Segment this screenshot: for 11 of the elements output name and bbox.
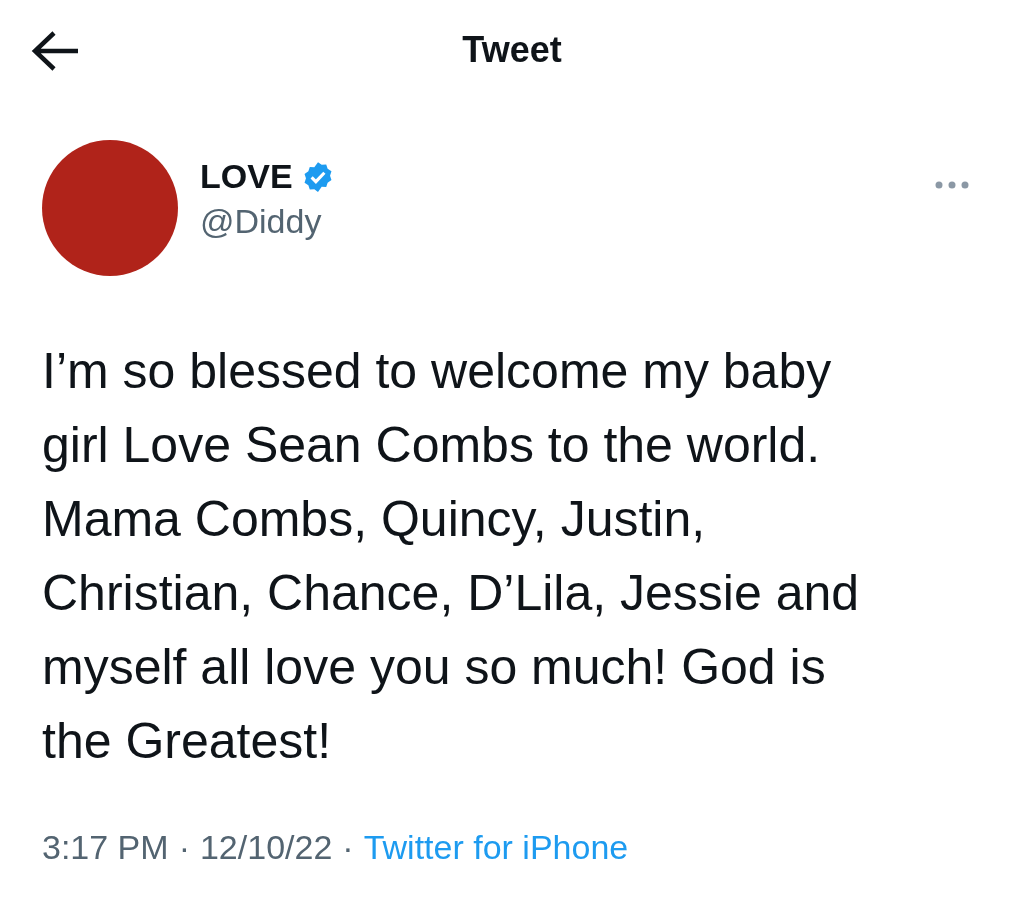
back-arrow-icon[interactable]: [30, 30, 80, 72]
source-link[interactable]: Twitter for iPhone: [363, 828, 629, 867]
separator: ·: [178, 828, 190, 867]
tweet-date: 12/10/22: [199, 828, 333, 867]
author-name: LOVE: [200, 157, 293, 196]
page-title: Tweet: [462, 29, 562, 71]
author-handle: @Diddy: [200, 202, 323, 241]
tweet-text: I’m so blessed to welcome my baby girl Love Sean Combs to the world. Mama Combs, Quincy, Justin, Christian, Chance, D’Lila, Jessie and myself all love you so much! God is the Greatest!: [42, 342, 861, 771]
more-icon[interactable]: [934, 180, 970, 190]
separator: ·: [342, 828, 354, 867]
tweet-time: 3:17 PM: [42, 828, 169, 867]
